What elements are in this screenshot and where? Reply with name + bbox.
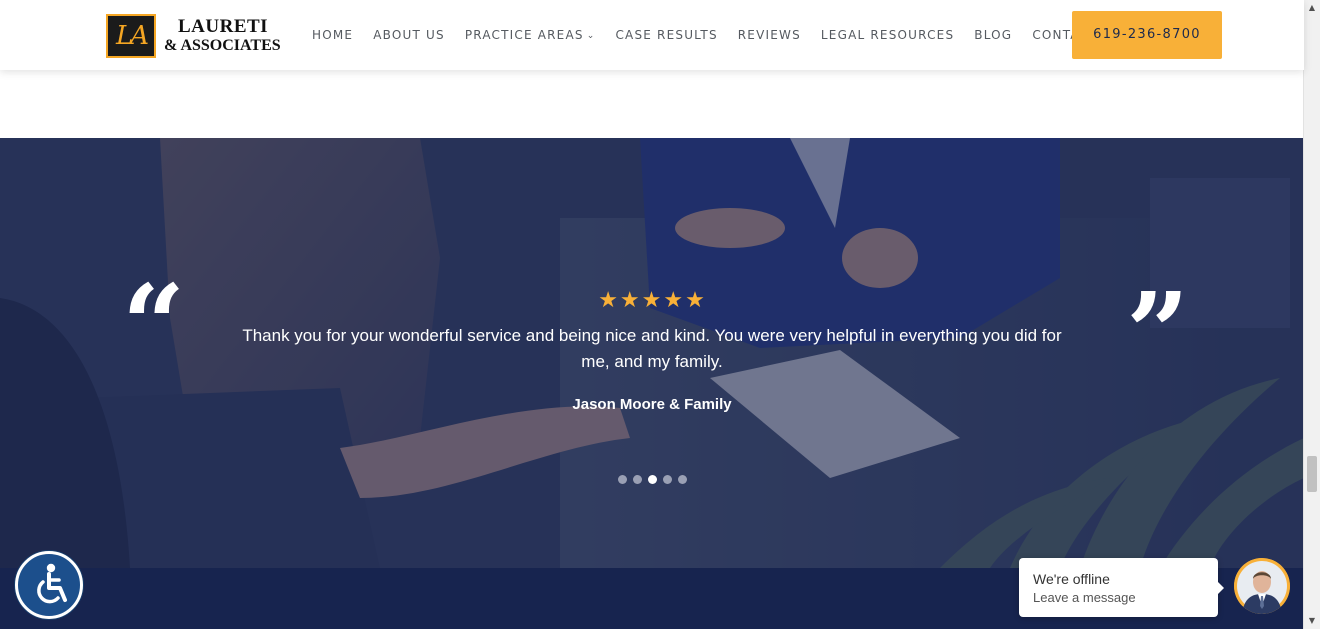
chat-status-title: We're offline — [1033, 571, 1110, 587]
logo-line-1: LAURETI — [178, 16, 269, 37]
chat-leave-message: Leave a message — [1033, 590, 1136, 605]
scroll-down-icon[interactable]: ▼ — [1304, 613, 1320, 629]
nav-practice-areas[interactable]: PRACTICE AREAS ⌄ — [465, 28, 596, 42]
star-icons: ★★★★★ — [598, 288, 707, 313]
nav-home[interactable]: HOME — [312, 28, 353, 42]
nav-practice-areas-label: PRACTICE AREAS — [464, 28, 584, 42]
nav-legal-resources[interactable]: LEGAL RESOURCES — [821, 28, 954, 42]
logo-mark: LA — [106, 14, 156, 58]
slider-dot-5[interactable] — [677, 475, 687, 484]
chat-agent-avatar[interactable] — [1234, 558, 1290, 614]
scroll-up-icon[interactable]: ▲ — [1304, 0, 1320, 16]
page: LA LAURETI & ASSOCIATES HOME ABOUT US PR… — [0, 0, 1320, 629]
chevron-down-icon: ⌄ — [586, 31, 596, 41]
site-header: LA LAURETI & ASSOCIATES HOME ABOUT US PR… — [0, 0, 1304, 70]
main-nav: HOME ABOUT US PRACTICE AREAS ⌄ CASE RESUL… — [312, 0, 1118, 70]
open-quote-icon: “ — [122, 260, 186, 389]
scrollbar-thumb[interactable] — [1307, 456, 1317, 492]
nav-case-results[interactable]: CASE RESULTS — [615, 28, 717, 42]
star-rating: ★★★★★ — [0, 288, 1304, 313]
logo-line-2: & ASSOCIATES — [164, 37, 281, 54]
logo[interactable]: LA LAURETI & ASSOCIATES — [106, 14, 281, 58]
nav-reviews[interactable]: REVIEWS — [738, 28, 801, 42]
page-scrollbar[interactable]: ▲ ▼ — [1303, 0, 1320, 629]
slider-dot-4[interactable] — [662, 475, 672, 484]
slider-dots — [0, 475, 1304, 484]
nav-blog[interactable]: BLOG — [974, 28, 1012, 42]
testimonial-author: Jason Moore & Family — [572, 396, 732, 413]
logo-text: LAURETI & ASSOCIATES — [164, 17, 281, 55]
chat-offline-bubble[interactable]: We're offline Leave a message — [1019, 558, 1224, 617]
accessibility-icon — [37, 563, 67, 604]
slider-dot-2[interactable] — [632, 475, 642, 484]
testimonial-text: Thank you for your wonderful service and… — [242, 326, 1062, 371]
slider-dot-3[interactable] — [647, 475, 657, 484]
testimonial-section: “ ” ★★★★★ Thank you for your wonderful s… — [0, 138, 1304, 568]
accessibility-button[interactable] — [15, 551, 83, 619]
phone-button[interactable]: 619-236-8700 — [1072, 11, 1222, 59]
slider-dot-1[interactable] — [617, 475, 627, 484]
agent-avatar — [1234, 558, 1290, 614]
nav-about-us[interactable]: ABOUT US — [373, 28, 445, 42]
